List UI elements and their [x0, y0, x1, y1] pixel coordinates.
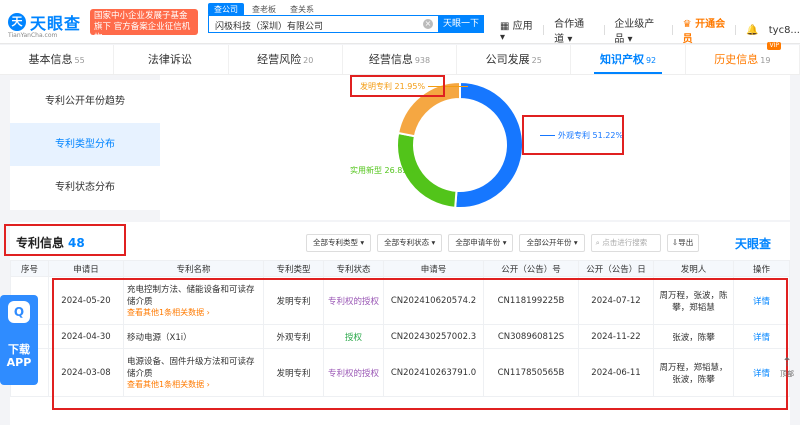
- pie-slice-0[interactable]: [454, 80, 524, 209]
- nav-apps[interactable]: ▦ 应用 ▾: [500, 17, 533, 43]
- tab-ip[interactable]: 知识产权 92: [571, 45, 686, 74]
- filter-app-year[interactable]: 全部申请年份 ▾: [448, 234, 514, 252]
- arrow-up-icon: ⇡: [781, 355, 793, 369]
- table-search-input[interactable]: ⌕ 点击进行搜索: [590, 234, 661, 252]
- patent-section: 专利信息 48 全部专利类型 ▾ 全部专利状态 ▾ 全部申请年份 ▾ 全部公开年份…: [4, 222, 790, 425]
- back-to-top-button[interactable]: ⇡ 顶部: [776, 355, 798, 385]
- nav-partner[interactable]: 合作通道 ▾: [554, 15, 593, 45]
- section-title: 专利信息 48: [16, 236, 85, 250]
- tab-history[interactable]: 历史信息 19 VIP: [686, 42, 800, 74]
- site-logo[interactable]: 天 天眼查: [8, 10, 81, 34]
- logo-mark: 天: [8, 13, 26, 31]
- top-nav: ▦ 应用 ▾ 合作通道 ▾ 企业级产品 ▾ ♛ 开通会员 🔔 tyc8...: [500, 15, 800, 45]
- filter-pub-year[interactable]: 全部公开年份 ▾: [519, 234, 585, 252]
- app-icon: Q: [8, 301, 30, 323]
- vip-tag: VIP: [767, 42, 781, 50]
- highlight-rows: [52, 278, 788, 410]
- col-date[interactable]: 申请日: [48, 260, 124, 277]
- main-tabs: 基本信息 55 法律诉讼 经营风险 20 经营信息 938 公司发展 25 知识产权 92…: [0, 42, 800, 75]
- col-status: 专利状态: [323, 260, 384, 277]
- chart-panel: 发明专利 21.95% 外观专利 51.22% 实用新型 26.83%: [160, 75, 790, 220]
- tab-risk[interactable]: 经营风险 20: [229, 45, 343, 74]
- highlight-design: [522, 115, 624, 155]
- crown-icon: ♛: [682, 19, 696, 30]
- col-app-no: 申请号: [383, 260, 484, 277]
- search-input[interactable]: 闪极科技（深圳）有限公司: [208, 15, 438, 33]
- col-no: 序号: [10, 260, 49, 277]
- section-count: 48: [68, 236, 85, 250]
- tab-legal[interactable]: 法律诉讼: [114, 45, 229, 74]
- col-name: 专利名称: [123, 260, 264, 277]
- bell-icon[interactable]: 🔔: [746, 25, 758, 36]
- sidebar-item-type-dist[interactable]: 专利类型分布: [10, 123, 160, 166]
- brand-watermark: 天眼查: [735, 237, 772, 251]
- filter-bar: 全部专利类型 ▾ 全部专利状态 ▾ 全部申请年份 ▾ 全部公开年份 ▾ ⌕ 点击…: [306, 234, 699, 252]
- grid-icon: ▦: [500, 21, 513, 32]
- download-app-button[interactable]: Q 下载 APP: [0, 295, 38, 385]
- filter-type[interactable]: 全部专利类型 ▾: [306, 234, 372, 252]
- search-button[interactable]: 天眼一下: [438, 15, 484, 33]
- donut-chart: [396, 80, 524, 209]
- logo-subtitle: TianYanCha.com: [8, 32, 58, 39]
- logo-text: 天眼查: [30, 14, 82, 33]
- highlight-invention: [350, 75, 445, 97]
- col-type: 专利类型: [263, 260, 324, 277]
- clear-icon[interactable]: ×: [423, 19, 433, 29]
- tab-operation[interactable]: 经营信息 938: [343, 45, 458, 74]
- sidebar-item-year-trend[interactable]: 专利公开年份趋势: [10, 80, 160, 123]
- chart-sidebar: 专利公开年份趋势 专利类型分布 专利状态分布: [10, 80, 160, 210]
- sidebar-item-status-dist[interactable]: 专利状态分布: [10, 166, 160, 209]
- col-pub-date[interactable]: 公开（公告）日: [578, 260, 654, 277]
- table-header-row: 序号 申请日 专利名称 专利类型 专利状态 申请号 公开（公告）号 公开（公告）…: [10, 260, 790, 277]
- tab-basic-info[interactable]: 基本信息 55: [0, 45, 115, 74]
- slogan-badge: 国家中小企业发展子基金旗下 官方备案企业征信机构: [90, 9, 198, 43]
- label-utility: 实用新型 26.83%: [350, 166, 416, 175]
- nav-user[interactable]: tyc8...: [769, 25, 800, 36]
- col-pub-no[interactable]: 公开（公告）号: [483, 260, 579, 277]
- nav-vip[interactable]: ♛ 开通会员: [683, 15, 726, 45]
- nav-enterprise[interactable]: 企业级产品 ▾: [614, 15, 662, 45]
- export-button[interactable]: ⇩导出: [666, 234, 699, 252]
- col-op: 操作: [733, 260, 790, 277]
- filter-status[interactable]: 全部专利状态 ▾: [377, 234, 443, 252]
- tab-development[interactable]: 公司发展 25: [457, 45, 572, 74]
- top-header: 天 天眼查 TianYanCha.com 国家中小企业发展子基金旗下 官方备案企…: [0, 0, 800, 45]
- col-inventor: 发明人: [653, 260, 734, 277]
